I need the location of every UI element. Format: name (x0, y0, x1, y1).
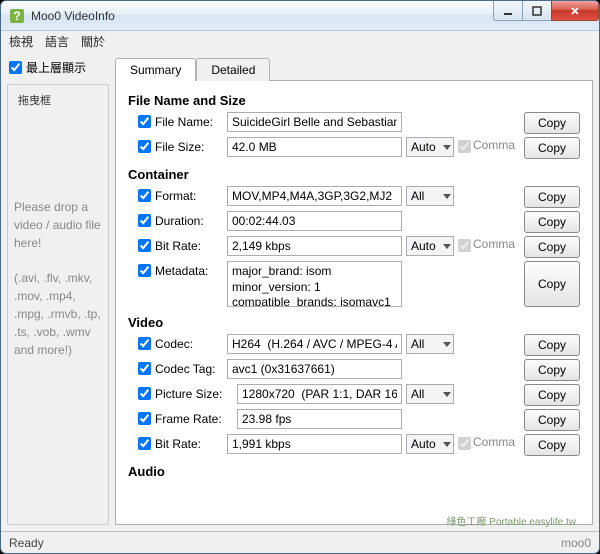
always-on-top-checkbox[interactable]: 最上層顯示 (7, 57, 109, 78)
check-file-size[interactable] (138, 140, 151, 153)
row-duration: Duration: Copy (138, 211, 580, 233)
row-codec: Codec: All Copy (138, 334, 580, 356)
input-codec-tag[interactable] (227, 359, 402, 379)
select-video-bitrate-unit[interactable]: Auto (406, 434, 454, 454)
statusbar: Ready moo0 (1, 531, 599, 553)
copy-codec-tag-button[interactable]: Copy (524, 359, 580, 381)
label-codec: Codec: (155, 334, 223, 351)
row-codec-tag: Codec Tag: Copy (138, 359, 580, 381)
label-duration: Duration: (155, 211, 223, 228)
copy-metadata-button[interactable]: Copy (524, 261, 580, 307)
tab-panel-summary: File Name and Size File Name: Copy File … (115, 80, 593, 525)
left-sidebar: 最上層顯示 拖曳框 Please drop a video / audio fi… (7, 57, 109, 525)
input-file-size[interactable] (227, 137, 402, 157)
check-duration[interactable] (138, 214, 151, 227)
row-file-name: File Name: Copy (138, 112, 580, 134)
copy-file-name-button[interactable]: Copy (524, 112, 580, 134)
check-picture-size[interactable] (138, 387, 151, 400)
drop-hint-text1: Please drop a video / audio file here! (14, 198, 102, 252)
input-duration[interactable] (227, 211, 402, 231)
drop-zone-title: 拖曳框 (14, 92, 55, 108)
input-metadata[interactable]: major_brand: isom minor_version: 1 compa… (227, 261, 402, 307)
check-codec[interactable] (138, 337, 151, 350)
drop-hint-text2: (.avi, .flv, .mkv, .mov, .mp4, .mpg, .rm… (14, 269, 102, 359)
app-icon: ? (9, 8, 25, 24)
copy-bitrate-button[interactable]: Copy (524, 236, 580, 258)
check-metadata[interactable] (138, 264, 151, 277)
row-bitrate: Bit Rate: Auto Comma Copy (138, 236, 580, 258)
row-video-bitrate: Bit Rate: Auto Comma Copy (138, 434, 580, 456)
select-picture-size[interactable]: All (406, 384, 454, 404)
check-frame-rate[interactable] (138, 412, 151, 425)
check-video-bitrate[interactable] (138, 437, 151, 450)
row-format: Format: All Copy (138, 186, 580, 208)
comma-video-bitrate[interactable]: Comma (458, 434, 520, 450)
copy-file-size-button[interactable]: Copy (524, 137, 580, 159)
label-format: Format: (155, 186, 223, 203)
svg-text:?: ? (13, 9, 20, 23)
check-codec-tag[interactable] (138, 362, 151, 375)
input-codec[interactable] (227, 334, 402, 354)
check-format[interactable] (138, 189, 151, 202)
check-bitrate[interactable] (138, 239, 151, 252)
input-bitrate[interactable] (227, 236, 402, 256)
input-picture-size[interactable] (237, 384, 402, 404)
label-video-bitrate: Bit Rate: (155, 434, 223, 451)
menu-view[interactable]: 檢視 (9, 33, 33, 50)
copy-codec-button[interactable]: Copy (524, 334, 580, 356)
window-title: Moo0 VideoInfo (31, 9, 494, 23)
menu-language[interactable]: 語言 (45, 33, 69, 50)
copy-duration-button[interactable]: Copy (524, 211, 580, 233)
input-file-name[interactable] (227, 112, 402, 132)
input-video-bitrate[interactable] (227, 434, 402, 454)
close-button[interactable] (551, 1, 599, 21)
menu-about[interactable]: 關於 (81, 33, 105, 50)
minimize-button[interactable] (493, 1, 523, 21)
copy-video-bitrate-button[interactable]: Copy (524, 434, 580, 456)
comma-file-size[interactable]: Comma (458, 137, 520, 153)
always-on-top-input[interactable] (9, 61, 22, 74)
input-frame-rate[interactable] (237, 409, 402, 429)
copy-format-button[interactable]: Copy (524, 186, 580, 208)
row-metadata: Metadata: major_brand: isom minor_versio… (138, 261, 580, 307)
input-format[interactable] (227, 186, 402, 206)
copy-picture-size-button[interactable]: Copy (524, 384, 580, 406)
label-picture-size: Picture Size: (155, 384, 233, 401)
row-frame-rate: Frame Rate: Copy (138, 409, 580, 431)
tab-summary[interactable]: Summary (115, 58, 196, 81)
copy-frame-rate-button[interactable]: Copy (524, 409, 580, 431)
label-metadata: Metadata: (155, 261, 223, 278)
section-container: Container (128, 167, 580, 182)
select-codec[interactable]: All (406, 334, 454, 354)
label-codec-tag: Codec Tag: (155, 359, 223, 376)
always-on-top-label: 最上層顯示 (26, 59, 86, 76)
row-picture-size: Picture Size: All Copy (138, 384, 580, 406)
section-audio: Audio (128, 464, 580, 479)
row-file-size: File Size: Auto Comma Copy (138, 137, 580, 159)
section-video: Video (128, 315, 580, 330)
drop-hint: Please drop a video / audio file here! (… (14, 198, 102, 359)
status-left: Ready (9, 536, 44, 550)
window-controls (494, 1, 599, 30)
select-bitrate-unit[interactable]: Auto (406, 236, 454, 256)
drop-zone[interactable]: 拖曳框 Please drop a video / audio file her… (7, 84, 109, 525)
check-file-name[interactable] (138, 115, 151, 128)
watermark: 綠色工廠 Portable.easylife.tw (447, 513, 577, 528)
menubar: 檢視 語言 關於 (1, 31, 599, 51)
maximize-button[interactable] (522, 1, 552, 21)
select-file-size-unit[interactable]: Auto (406, 137, 454, 157)
tab-strip: Summary Detailed (115, 57, 593, 80)
label-file-size: File Size: (155, 137, 223, 154)
titlebar[interactable]: ? Moo0 VideoInfo (1, 1, 599, 31)
app-window: ? Moo0 VideoInfo 檢視 語言 關於 最上層顯示 拖曳框 Plea… (0, 0, 600, 554)
status-right: moo0 (561, 536, 591, 550)
section-file: File Name and Size (128, 93, 580, 108)
comma-bitrate[interactable]: Comma (458, 236, 520, 252)
tab-detailed[interactable]: Detailed (196, 58, 270, 81)
label-bitrate: Bit Rate: (155, 236, 223, 253)
label-file-name: File Name: (155, 112, 223, 129)
label-frame-rate: Frame Rate: (155, 409, 233, 426)
select-format[interactable]: All (406, 186, 454, 206)
